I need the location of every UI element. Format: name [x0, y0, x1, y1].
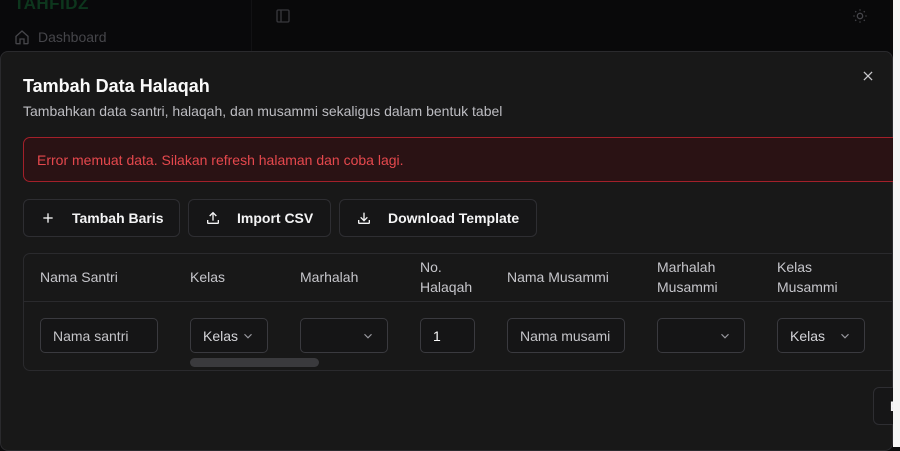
header-no-halaqah-line1: No. [420, 259, 442, 275]
download-template-button[interactable]: Download Template [339, 199, 537, 237]
plus-icon [43, 213, 53, 223]
import-csv-button[interactable]: Import CSV [188, 199, 331, 237]
header-marhalah-musammi-line1: Marhalah [657, 259, 716, 275]
add-halaqah-dialog: Tambah Data Halaqah Tambahkan data santr… [0, 51, 900, 451]
header-marhalah: Marhalah [300, 269, 359, 285]
nama-santri-input[interactable]: Nama santri [40, 318, 158, 353]
nama-musammi-input[interactable]: Nama musami [507, 318, 625, 353]
error-alert: Error memuat data. Silakan refresh halam… [23, 137, 900, 182]
header-nama-musammi: Nama Musammi [507, 269, 609, 285]
error-message: Error memuat data. Silakan refresh halam… [37, 152, 404, 168]
import-csv-label: Import CSV [237, 210, 314, 226]
header-marhalah-musammi: Marhalah Musammi [657, 257, 718, 297]
download-template-label: Download Template [388, 210, 520, 226]
add-row-button[interactable]: Tambah Baris [23, 199, 180, 237]
marhalah-musammi-select[interactable] [657, 318, 745, 353]
download-icon [358, 212, 370, 224]
no-halaqah-input[interactable]: 1 [420, 318, 475, 353]
chevron-down-icon [244, 333, 252, 339]
header-nama-santri: Nama Santri [40, 269, 118, 285]
marhalah-select[interactable] [300, 318, 388, 353]
dialog-title: Tambah Data Halaqah [23, 76, 210, 96]
header-marhalah-musammi-line2: Musammi [657, 279, 718, 295]
kelas-select-value: Kelas [203, 327, 239, 344]
header-kelas-musammi: Kelas Musammi [777, 257, 838, 297]
kelas-select[interactable]: Kelas [190, 318, 268, 353]
kelas-musammi-select[interactable]: Kelas [777, 318, 865, 353]
add-row-label: Tambah Baris [72, 210, 164, 226]
chevron-down-icon [721, 333, 729, 339]
viewport-edge [893, 0, 900, 447]
chevron-down-icon [841, 333, 849, 339]
horizontal-scrollbar[interactable] [190, 358, 319, 367]
header-kelas-musammi-line2: Musammi [777, 279, 838, 295]
header-no-halaqah: No. Halaqah [420, 257, 472, 297]
chevron-down-icon [364, 333, 372, 339]
close-icon[interactable] [861, 69, 875, 83]
halaqah-table: Nama Santri Kelas Marhalah No. Halaqah N… [23, 253, 900, 371]
kelas-musammi-select-value: Kelas [790, 327, 826, 344]
dialog-description: Tambahkan data santri, halaqah, dan musa… [23, 103, 503, 119]
header-kelas: Kelas [190, 269, 226, 285]
upload-icon [207, 211, 219, 224]
header-no-halaqah-line2: Halaqah [420, 279, 473, 295]
header-kelas-musammi-line1: Kelas [777, 259, 813, 275]
table-header: Nama Santri Kelas Marhalah No. Halaqah N… [24, 254, 900, 302]
